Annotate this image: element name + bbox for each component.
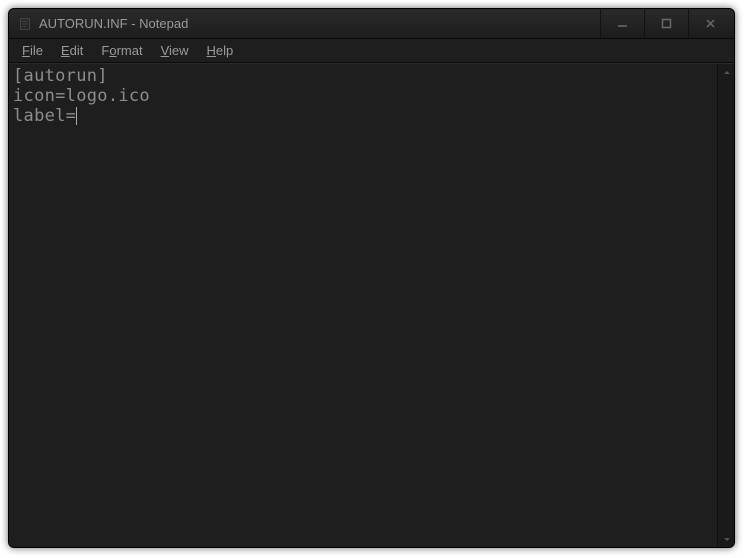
window-controls [600, 9, 732, 38]
scroll-up-button[interactable] [718, 64, 735, 81]
maximize-button[interactable] [644, 9, 688, 38]
window-title: AUTORUN.INF - Notepad [39, 16, 600, 31]
chevron-down-icon [723, 535, 731, 543]
menu-help[interactable]: Help [198, 41, 243, 60]
minimize-button[interactable] [600, 9, 644, 38]
chevron-up-icon [723, 69, 731, 77]
menu-edit[interactable]: Edit [52, 41, 92, 60]
close-button[interactable] [688, 9, 732, 38]
close-icon [705, 18, 716, 29]
scroll-down-button[interactable] [718, 530, 735, 547]
notepad-window: AUTORUN.INF - Notepad File Edit Format V… [8, 8, 735, 548]
maximize-icon [661, 18, 672, 29]
menubar: File Edit Format View Help [9, 39, 734, 63]
editor-area: [autorun] icon=logo.ico label= [9, 63, 734, 547]
menu-view[interactable]: View [152, 41, 198, 60]
titlebar[interactable]: AUTORUN.INF - Notepad [9, 9, 734, 39]
notepad-icon [17, 16, 33, 32]
menu-format[interactable]: Format [92, 41, 151, 60]
minimize-icon [617, 18, 628, 29]
vertical-scrollbar[interactable] [717, 64, 734, 547]
text-editor[interactable]: [autorun] icon=logo.ico label= [9, 64, 717, 547]
menu-file[interactable]: File [13, 41, 52, 60]
